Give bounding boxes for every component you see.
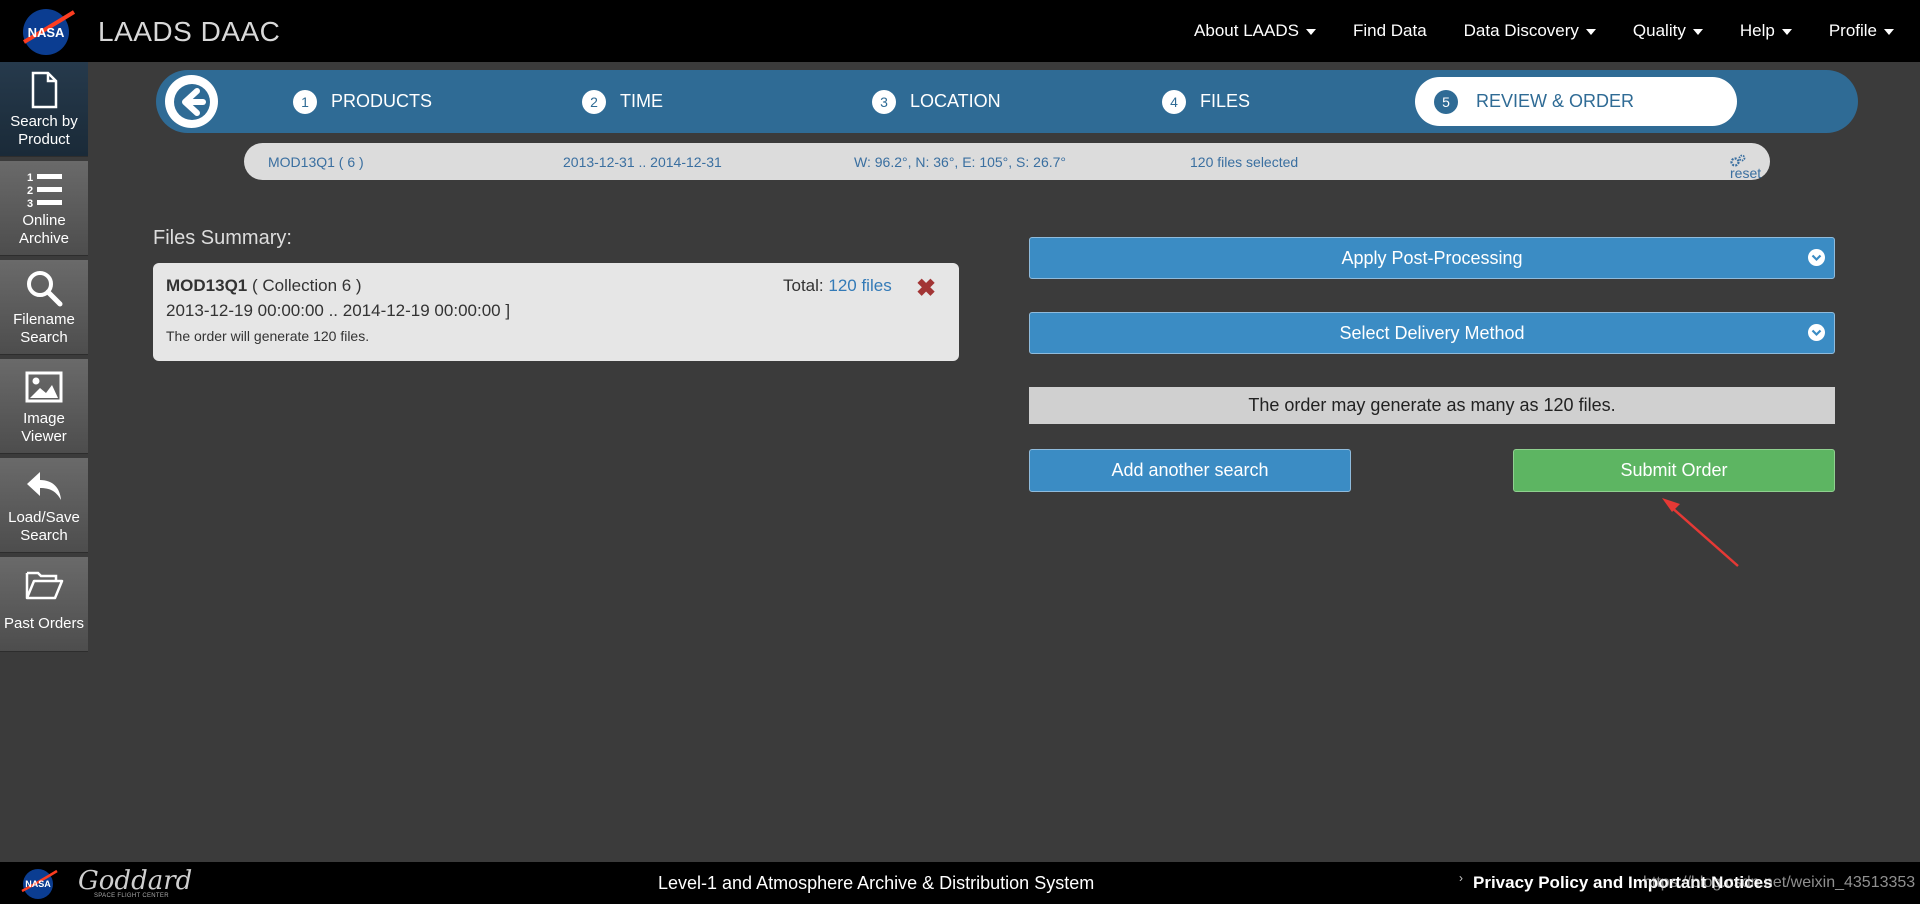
criteria-files[interactable]: 120 files selected [1190, 154, 1298, 170]
top-navbar: NASA LAADS DAAC About LAADS Find Data Da… [0, 0, 1920, 62]
sidebar-item-label: Filename Search [13, 311, 75, 346]
step-review-order[interactable]: 5 REVIEW & ORDER [1415, 77, 1737, 126]
document-icon [31, 71, 58, 109]
chevron-down-icon [1808, 249, 1825, 266]
post-processing-toggle[interactable]: Apply Post-Processing [1029, 237, 1835, 279]
total-label: Total: [783, 276, 824, 295]
step-number: 3 [872, 89, 896, 114]
date-range: 2013-12-19 00:00:00 .. 2014-12-19 00:00:… [166, 301, 511, 320]
search-icon [27, 271, 63, 307]
step-number: 4 [1162, 89, 1186, 114]
step-files[interactable]: 4 FILES [1162, 70, 1250, 133]
criteria-product[interactable]: MOD13Q1 ( 6 ) [268, 154, 364, 170]
system-name: Level-1 and Atmosphere Archive & Distrib… [658, 873, 1095, 893]
nav-label: Find Data [1352, 21, 1427, 40]
svg-text:NASA: NASA [28, 25, 65, 40]
nav-label: Help [1739, 21, 1775, 40]
search-criteria-bar: MOD13Q1 ( 6 ) 2013-12-31 .. 2014-12-31 W… [244, 143, 1770, 181]
submit-order-button[interactable]: Submit Order [1513, 449, 1835, 492]
sidebar-item-search-by-product[interactable]: Search by Product [0, 62, 88, 157]
arrow-left-icon [173, 83, 210, 120]
step-label: TIME [620, 91, 663, 111]
total-files-link[interactable]: 120 files [828, 276, 891, 295]
nasa-logo[interactable]: NASA [20, 867, 58, 900]
delivery-method-toggle[interactable]: Select Delivery Method [1029, 312, 1835, 354]
post-processing-label: Apply Post-Processing [1341, 247, 1523, 268]
step-location[interactable]: 3 LOCATION [872, 70, 1001, 133]
sidebar-item-label: Load/Save Search [8, 509, 80, 544]
watermark-text: https://blog.csdn.net/weixin_43513353 [1643, 874, 1916, 891]
step-time[interactable]: 2 TIME [582, 70, 663, 133]
chevron-down-icon [1808, 324, 1825, 341]
footer: NASA Goddard SPACE FLIGHT CENTER Level-1… [0, 862, 1920, 904]
nav-label: Profile [1828, 21, 1877, 40]
nav-data-discovery[interactable]: Data Discovery [1464, 21, 1596, 41]
sidebar-item-label: Online Archive [18, 212, 70, 247]
caret-down-icon [1884, 29, 1894, 35]
nav-about-laads[interactable]: About LAADS [1194, 21, 1316, 41]
nasa-logo[interactable]: NASA [20, 6, 76, 56]
nav-label: About LAADS [1194, 21, 1299, 40]
folder-open-icon [25, 571, 64, 600]
svg-text:2: 2 [27, 185, 33, 197]
step-number: 2 [582, 89, 606, 114]
nav-quality[interactable]: Quality [1633, 21, 1703, 41]
chevron-right-icon: › [1459, 871, 1463, 885]
product-title: MOD13Q1 ( Collection 6 ) [166, 276, 362, 296]
caret-down-icon [1305, 29, 1316, 35]
add-another-search-button[interactable]: Add another search [1029, 449, 1351, 492]
workflow-steps: 1 PRODUCTS 2 TIME 3 LOCATION 4 FILES 5 REVIEW… [156, 70, 1858, 133]
sidebar-item-label: Past Orders [3, 615, 85, 632]
svg-text:NASA: NASA [25, 879, 51, 889]
file-count-note: The order will generate 120 files. [166, 328, 370, 344]
nav-label: Data Discovery [1463, 21, 1579, 40]
nav-profile[interactable]: Profile [1829, 21, 1894, 41]
top-nav: About LAADS Find Data Data Discovery Qua… [1157, 0, 1894, 62]
remove-icon[interactable]: ✖ [916, 277, 936, 301]
tool-sidebar: Search by Product 123 Online Archive Fil… [0, 62, 88, 656]
files-summary-heading: Files Summary: [153, 227, 292, 249]
step-label: REVIEW & ORDER [1476, 91, 1635, 111]
sidebar-item-label: Search by Product [10, 113, 78, 148]
sidebar-item-load-save-search[interactable]: Load/Save Search [0, 458, 88, 553]
delivery-method-label: Select Delivery Method [1339, 322, 1525, 343]
sidebar-item-image-viewer[interactable]: Image Viewer [0, 359, 88, 454]
step-label: FILES [1200, 91, 1251, 111]
caret-down-icon [1585, 29, 1596, 35]
sidebar-item-past-orders[interactable]: Past Orders [0, 557, 88, 652]
step-label: LOCATION [910, 91, 1001, 111]
file-summary-card: MOD13Q1 ( Collection 6 ) 2013-12-19 00:0… [153, 263, 959, 361]
goddard-subtitle: SPACE FLIGHT CENTER [94, 893, 169, 899]
nav-find-data[interactable]: Find Data [1353, 21, 1427, 41]
step-number: 1 [293, 89, 317, 114]
reset-button[interactable]: reset [1730, 154, 1761, 181]
criteria-time[interactable]: 2013-12-31 .. 2014-12-31 [563, 154, 722, 170]
app-title[interactable]: LAADS DAAC [98, 16, 280, 48]
reply-icon [27, 472, 61, 500]
image-icon [25, 371, 63, 403]
nav-label: Quality [1632, 21, 1686, 40]
step-products[interactable]: 1 PRODUCTS [293, 70, 432, 133]
sidebar-item-online-archive[interactable]: 123 Online Archive [0, 161, 88, 256]
caret-down-icon [1692, 29, 1703, 35]
goddard-logo[interactable]: Goddard [78, 866, 192, 896]
collection-label: ( Collection 6 ) [251, 276, 362, 295]
product-name: MOD13Q1 [166, 276, 248, 295]
nav-help[interactable]: Help [1740, 21, 1792, 41]
annotation-arrow-icon [1662, 498, 1739, 567]
caret-down-icon [1781, 29, 1792, 35]
numbered-list-icon: 123 [27, 172, 62, 209]
svg-text:1: 1 [27, 172, 33, 184]
sidebar-item-filename-search[interactable]: Filename Search [0, 260, 88, 355]
criteria-location[interactable]: W: 96.2°, N: 36°, E: 105°, S: 26.7° [854, 154, 1066, 170]
back-button[interactable] [165, 75, 218, 128]
step-label: PRODUCTS [331, 91, 433, 111]
sidebar-item-label: Image Viewer [21, 410, 67, 445]
order-notice: The order may generate as many as 120 fi… [1029, 387, 1835, 424]
total-files: Total: 120 files [783, 276, 892, 296]
step-number: 5 [1434, 89, 1458, 114]
svg-text:3: 3 [27, 198, 33, 209]
reset-label: reset [1730, 165, 1762, 181]
